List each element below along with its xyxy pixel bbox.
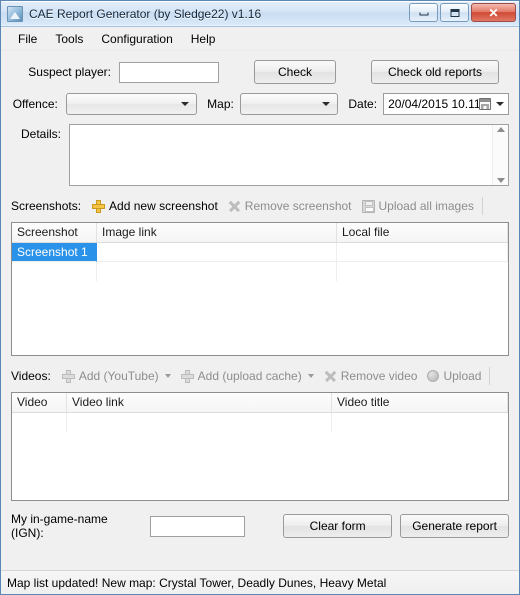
date-picker[interactable]: 20/04/2015 10.11 bbox=[383, 93, 509, 115]
date-label: Date: bbox=[348, 97, 378, 111]
ign-label: My in-game-name (IGN): bbox=[11, 512, 108, 540]
chevron-down-icon bbox=[496, 102, 504, 106]
videos-toolbar-label: Videos: bbox=[11, 369, 51, 383]
offence-label: Offence: bbox=[12, 97, 58, 111]
title-bar[interactable]: CAE Report Generator (by Sledge22) v1.16… bbox=[1, 1, 519, 27]
date-value: 20/04/2015 10.11 bbox=[388, 97, 481, 111]
details-scrollbar[interactable] bbox=[492, 125, 508, 185]
ign-input[interactable] bbox=[150, 515, 246, 537]
status-text: Map list updated! New map: Crystal Tower… bbox=[7, 575, 387, 590]
add-youtube-button[interactable]: Add (YouTube) bbox=[57, 365, 176, 387]
offence-map-date-row: Offence: Map: Date: 20/04/2015 10.11 bbox=[11, 93, 509, 115]
plus-icon bbox=[92, 199, 106, 213]
menu-item-configuration[interactable]: Configuration bbox=[92, 29, 181, 49]
videos-list-header: Video Video link Video title bbox=[12, 393, 508, 413]
menu-item-tools[interactable]: Tools bbox=[46, 29, 92, 49]
column-header-video-link[interactable]: Video link bbox=[67, 393, 332, 412]
maximize-icon bbox=[450, 8, 459, 17]
cell-local-file[interactable] bbox=[337, 243, 508, 262]
plus-icon bbox=[180, 369, 194, 383]
screenshots-list[interactable]: Screenshot Image link Local file Screens… bbox=[11, 222, 509, 356]
videos-list[interactable]: Video Video link Video title bbox=[11, 392, 509, 501]
x-icon bbox=[324, 370, 337, 383]
offence-combobox[interactable] bbox=[65, 93, 198, 115]
scroll-up-icon[interactable] bbox=[496, 127, 505, 132]
empty-row bbox=[12, 413, 508, 432]
x-icon bbox=[228, 200, 241, 213]
column-header-local-file[interactable]: Local file bbox=[337, 223, 508, 242]
main-content: Suspect player: Check Check old reports … bbox=[1, 51, 519, 570]
check-button[interactable]: Check bbox=[254, 60, 336, 84]
upload-video-label: Upload bbox=[443, 369, 482, 383]
videos-toolbar: Videos: Add (YouTube) Add (upload cache)… bbox=[11, 365, 509, 387]
videos-list-body bbox=[12, 413, 508, 500]
remove-video-button[interactable]: Remove video bbox=[319, 365, 423, 387]
chevron-down-icon[interactable] bbox=[164, 374, 171, 378]
add-youtube-label: Add (YouTube) bbox=[78, 369, 159, 383]
remove-screenshot-button[interactable]: Remove screenshot bbox=[223, 195, 357, 217]
map-label: Map: bbox=[207, 97, 234, 111]
suspect-player-row: Suspect player: Check Check old reports bbox=[11, 60, 509, 84]
toolbar-separator bbox=[489, 367, 491, 385]
footer-row: My in-game-name (IGN): Clear form Genera… bbox=[11, 512, 509, 540]
generate-report-button[interactable]: Generate report bbox=[400, 514, 509, 538]
calendar-icon bbox=[479, 98, 491, 110]
upload-video-button[interactable]: Upload bbox=[422, 365, 486, 387]
picture-icon bbox=[7, 5, 23, 22]
scroll-down-icon[interactable] bbox=[496, 178, 505, 183]
column-header-image-link[interactable]: Image link bbox=[97, 223, 337, 242]
minimize-icon bbox=[419, 12, 428, 16]
cell-screenshot[interactable]: Screenshot 1 bbox=[12, 243, 97, 262]
screenshots-list-body: Screenshot 1 bbox=[12, 243, 508, 355]
column-header-video-title[interactable]: Video title bbox=[332, 393, 508, 412]
screenshots-toolbar: Screenshots: Add new screenshot Remove s… bbox=[11, 195, 509, 217]
add-upload-cache-label: Add (upload cache) bbox=[197, 369, 302, 383]
save-icon bbox=[361, 199, 375, 213]
window-title: CAE Report Generator (by Sledge22) v1.16 bbox=[29, 6, 262, 21]
map-combobox[interactable] bbox=[239, 93, 339, 115]
menu-item-help[interactable]: Help bbox=[182, 29, 225, 49]
remove-screenshot-label: Remove screenshot bbox=[244, 199, 352, 213]
menu-item-file[interactable]: File bbox=[9, 29, 46, 49]
suspect-player-label: Suspect player: bbox=[28, 65, 111, 79]
maximize-button[interactable] bbox=[440, 3, 469, 22]
check-old-reports-button[interactable]: Check old reports bbox=[371, 60, 499, 84]
empty-row bbox=[12, 262, 508, 281]
circle-icon bbox=[427, 370, 440, 382]
menu-bar: File Tools Configuration Help bbox=[1, 27, 519, 51]
column-header-video[interactable]: Video bbox=[12, 393, 67, 412]
chevron-down-icon bbox=[322, 102, 331, 106]
details-label: Details: bbox=[20, 127, 61, 141]
close-button[interactable]: ✕ bbox=[471, 3, 516, 22]
minimize-button[interactable] bbox=[409, 3, 438, 22]
toolbar-separator bbox=[481, 197, 483, 215]
screenshots-toolbar-label: Screenshots: bbox=[11, 199, 82, 213]
details-box bbox=[69, 124, 509, 186]
screenshots-list-header: Screenshot Image link Local file bbox=[12, 223, 508, 243]
upload-all-images-label: Upload all images bbox=[378, 199, 474, 213]
remove-video-label: Remove video bbox=[340, 369, 418, 383]
column-header-screenshot[interactable]: Screenshot bbox=[12, 223, 97, 242]
cell-image-link[interactable] bbox=[97, 243, 337, 262]
add-upload-cache-button[interactable]: Add (upload cache) bbox=[176, 365, 319, 387]
chevron-down-icon[interactable] bbox=[307, 374, 314, 378]
upload-all-images-button[interactable]: Upload all images bbox=[357, 195, 479, 217]
add-new-screenshot-label: Add new screenshot bbox=[109, 199, 218, 213]
application-window: CAE Report Generator (by Sledge22) v1.16… bbox=[0, 0, 520, 595]
close-icon: ✕ bbox=[488, 5, 499, 20]
details-row: Details: bbox=[11, 124, 509, 186]
clear-form-button[interactable]: Clear form bbox=[283, 514, 393, 538]
plus-icon bbox=[61, 369, 75, 383]
add-new-screenshot-button[interactable]: Add new screenshot bbox=[87, 195, 223, 217]
table-row[interactable]: Screenshot 1 bbox=[12, 243, 508, 262]
chevron-down-icon bbox=[181, 102, 190, 106]
status-bar: Map list updated! New map: Crystal Tower… bbox=[1, 570, 519, 594]
details-textarea[interactable] bbox=[70, 125, 492, 185]
window-controls: ✕ bbox=[409, 3, 516, 22]
suspect-player-input[interactable] bbox=[119, 61, 219, 83]
